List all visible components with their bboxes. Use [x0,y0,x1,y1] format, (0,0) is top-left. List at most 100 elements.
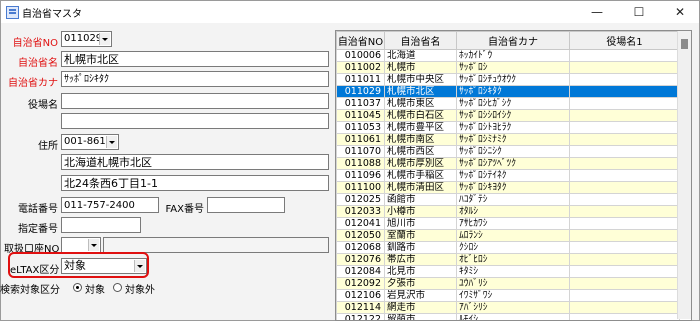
cell-kana: ｻｯﾎﾟﾛｼﾐﾅﾐｸ [456,133,570,146]
cell-kana: ｷﾀﾐｼ [456,265,570,278]
table-row[interactable]: 011061 札幌市南区 ｻｯﾎﾟﾛｼﾐﾅﾐｸ [336,133,680,146]
cell-name: 札幌市東区 [384,97,457,110]
cell-office [569,85,680,98]
cell-kana: ｻｯﾎﾟﾛｼ [456,61,570,74]
cell-kana: ﾑﾛﾗﾝｼ [456,229,570,242]
fax-field[interactable] [207,197,285,213]
minimize-button[interactable]: — [582,1,612,23]
cell-office [569,109,680,122]
address-field-1[interactable]: 北海道札幌市北区 [61,154,329,170]
office-field-1[interactable] [61,93,329,109]
table-row[interactable]: 011053 札幌市豊平区 ｻｯﾎﾟﾛｼﾄﾖﾋﾗｸ [336,121,680,134]
chevron-down-icon[interactable] [106,136,117,148]
code-combo[interactable]: 011029 [61,31,112,47]
table-row[interactable]: 012025 函館市 ﾊｺﾀﾞﾃｼ [336,193,680,206]
cell-name: 岩見沢市 [384,289,457,302]
cell-kana: ｵﾀﾙｼ [456,205,570,218]
table-row[interactable]: 012076 帯広市 ｵﾋﾞﾋﾛｼ [336,253,680,266]
table-row[interactable]: 011029 札幌市北区 ｻｯﾎﾟﾛｼｷﾀｸ [336,85,680,98]
cell-code: 011037 [336,97,385,110]
cell-code: 012114 [336,301,385,314]
cell-name: 函館市 [384,193,457,206]
cell-office [569,301,680,314]
cell-office [569,145,680,158]
grid-scrollbar[interactable] [677,31,691,319]
table-row[interactable]: 012106 岩見沢市 ｲﾜﾐｻﾞﾜｼ [336,289,680,302]
table-row[interactable]: 012041 旭川市 ｱｻﾋｶﾜｼ [336,217,680,230]
designated-field[interactable] [61,217,141,233]
eltax-highlight-callout [8,252,149,278]
cell-name: 札幌市手稲区 [384,169,457,182]
chevron-down-icon[interactable] [99,33,110,45]
cell-office [569,205,680,218]
search-target-radio[interactable] [73,283,82,292]
table-row[interactable]: 012092 夕張市 ﾕｳﾊﾞﾘｼ [336,277,680,290]
cell-kana: ﾊｺﾀﾞﾃｼ [456,193,570,206]
cell-code: 012106 [336,289,385,302]
table-row[interactable]: 011011 札幌市中央区 ｻｯﾎﾟﾛｼﾁｭｳｵｳｸ [336,73,680,86]
cell-code: 011011 [336,73,385,86]
header-kana[interactable]: 自治省カナ [456,31,570,50]
name-field[interactable]: 札幌市北区 [61,51,329,67]
cell-office [569,229,680,242]
cell-office [569,241,680,254]
close-button[interactable]: ✕ [665,1,695,23]
kana-label: 自治省カナ [8,78,58,89]
cell-code: 011088 [336,157,385,170]
cell-code: 011029 [336,85,385,98]
table-row[interactable]: 011002 札幌市 ｻｯﾎﾟﾛｼ [336,61,680,74]
cell-code: 012041 [336,217,385,230]
phone-label: 電話番号 [18,204,58,215]
cell-kana: ｻｯﾎﾟﾛｼｼﾛｲｼｸ [456,109,570,122]
cell-code: 012025 [336,193,385,206]
kana-field[interactable]: ｻｯﾎﾟﾛｼｷﾀｸ [61,71,329,87]
cell-code: 012050 [336,229,385,242]
cell-code: 011053 [336,121,385,134]
cell-office [569,97,680,110]
table-row[interactable]: 012114 網走市 ｱﾊﾞｼﾘｼ [336,301,680,314]
cell-name: 北見市 [384,265,457,278]
cell-kana: ｻｯﾎﾟﾛｼﾆｼｸ [456,145,570,158]
name-label: 自治省名 [18,58,58,69]
cell-name: 室蘭市 [384,229,457,242]
office-field-2[interactable] [61,113,329,129]
cell-office [569,61,680,74]
cell-name: 留萌市 [384,313,457,320]
zip-combo[interactable]: 001-8612 [61,134,119,150]
table-row[interactable]: 011100 札幌市清田区 ｻｯﾎﾟﾛｼｷﾖﾀｸ [336,181,680,194]
table-row[interactable]: 012122 留萌市 ﾙﾓｲｼ [336,313,680,320]
bank-combo[interactable] [61,237,101,253]
cell-office [569,181,680,194]
table-row[interactable]: 011037 札幌市東区 ｻｯﾎﾟﾛｼﾋｶﾞｼｸ [336,97,680,110]
cell-kana: ｻｯﾎﾟﾛｼﾁｭｳｵｳｸ [456,73,570,86]
data-grid[interactable]: 自治省NO 自治省名 自治省カナ 役場名1 010006 北海道 ﾎｯｶｲﾄﾞｳ 01… [335,30,692,321]
cell-kana: ｻｯﾎﾟﾛｼﾄﾖﾋﾗｸ [456,121,570,134]
table-row[interactable]: 011088 札幌市厚別区 ｻｯﾎﾟﾛｼｱﾂﾍﾞﾂｸ [336,157,680,170]
cell-kana: ｲﾜﾐｻﾞﾜｼ [456,289,570,302]
header-name[interactable]: 自治省名 [384,31,457,50]
cell-name: 網走市 [384,301,457,314]
cell-office [569,253,680,266]
cell-kana: ﾙﾓｲｼ [456,313,570,320]
table-row[interactable]: 012033 小樽市 ｵﾀﾙｼ [336,205,680,218]
chevron-down-icon[interactable] [88,239,99,251]
cell-office [569,169,680,182]
maximize-button[interactable]: ☐ [624,1,654,23]
table-row[interactable]: 011096 札幌市手稲区 ｻｯﾎﾟﾛｼﾃｲﾈｸ [336,169,680,182]
header-office[interactable]: 役場名1 [569,31,680,50]
zip-value: 001-8612 [64,136,113,147]
header-code[interactable]: 自治省NO [336,31,385,50]
search-non-target-radio[interactable] [113,283,122,292]
table-row[interactable]: 010006 北海道 ﾎｯｶｲﾄﾞｳ [336,49,680,62]
table-row[interactable]: 012084 北見市 ｷﾀﾐｼ [336,265,680,278]
table-row[interactable]: 011070 札幌市西区 ｻｯﾎﾟﾛｼﾆｼｸ [336,145,680,158]
phone-field[interactable]: 011-757-2400 [61,197,159,213]
cell-code: 012076 [336,253,385,266]
table-row[interactable]: 012068 釧路市 ｸｼﾛｼ [336,241,680,254]
cell-kana: ｻｯﾎﾟﾛｼｷﾀｸ [456,85,570,98]
table-row[interactable]: 011045 札幌市白石区 ｻｯﾎﾟﾛｼｼﾛｲｼｸ [336,109,680,122]
scrollbar-thumb[interactable] [681,39,688,49]
cell-office [569,193,680,206]
table-row[interactable]: 012050 室蘭市 ﾑﾛﾗﾝｼ [336,229,680,242]
address-field-2[interactable]: 北24条西6丁目1-1 [61,175,329,191]
